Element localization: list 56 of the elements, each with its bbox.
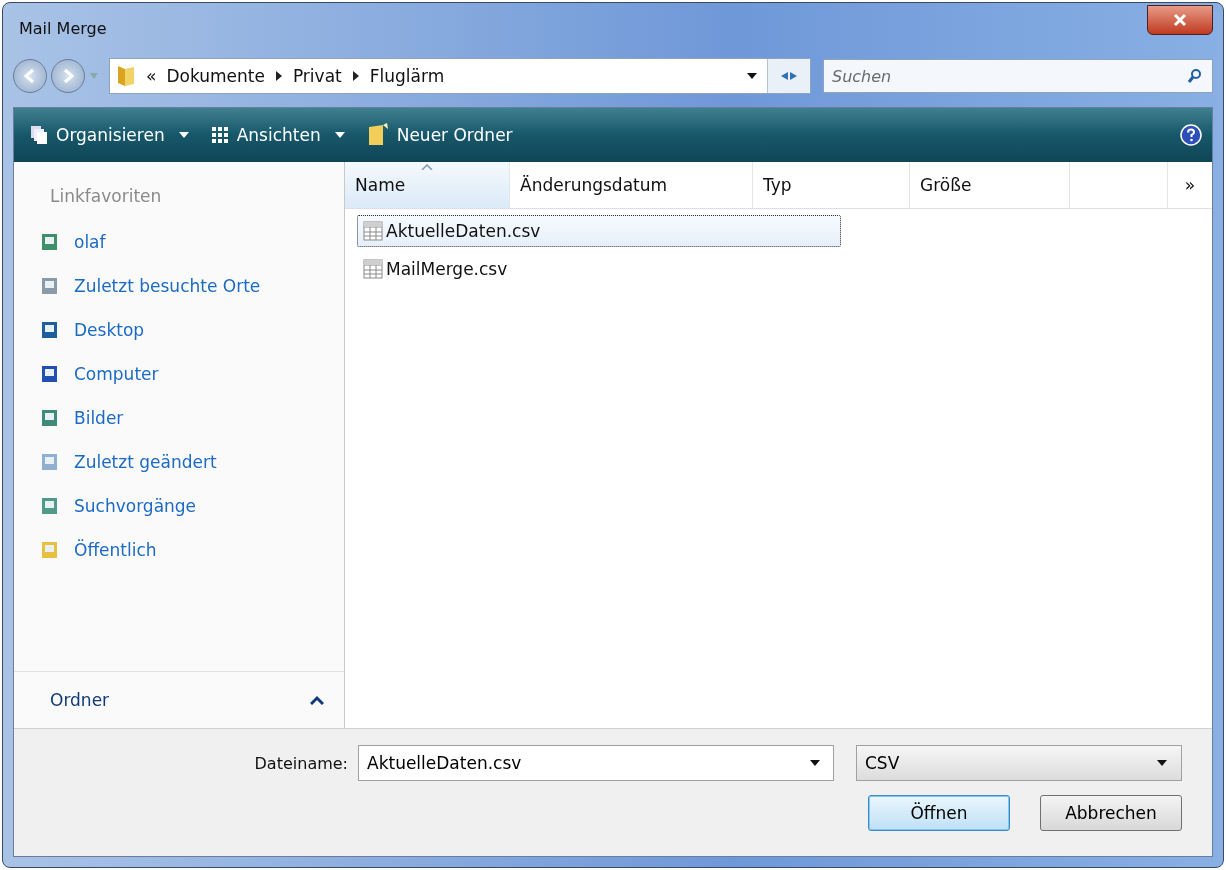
chevron-icon[interactable] bbox=[351, 71, 360, 81]
address-bar[interactable]: « Dokumente Privat Fluglärm bbox=[109, 58, 811, 94]
refresh-button[interactable] bbox=[767, 59, 810, 93]
sidebar-item[interactable]: Bilder bbox=[14, 396, 344, 440]
chevron-up-icon[interactable] bbox=[310, 695, 324, 705]
toolbar-button[interactable]: Organisieren bbox=[24, 121, 195, 149]
sidebar-item[interactable]: olaf bbox=[14, 220, 344, 264]
place-icon[interactable] bbox=[40, 364, 60, 384]
pages-icon[interactable] bbox=[30, 125, 48, 145]
toolbar-button[interactable]: Neuer Ordner bbox=[360, 119, 519, 151]
forward-button[interactable] bbox=[51, 59, 85, 93]
open-button[interactable]: Öffnen bbox=[868, 795, 1010, 831]
search-icon[interactable] bbox=[1187, 68, 1203, 84]
file-item[interactable]: MailMerge.csv bbox=[357, 253, 557, 285]
sidebar-item[interactable]: Suchvorgänge bbox=[14, 484, 344, 528]
search-field[interactable]: Suchen bbox=[823, 59, 1213, 93]
breadcrumb[interactable]: Fluglärm bbox=[369, 66, 445, 86]
chevron-icon[interactable] bbox=[274, 71, 283, 81]
folders-toggle[interactable]: Ordner bbox=[14, 671, 344, 728]
breadcrumb-prefix[interactable]: « bbox=[146, 66, 157, 86]
sidebar-item[interactable]: Zuletzt besuchte Orte bbox=[14, 264, 344, 308]
help-button[interactable] bbox=[1180, 124, 1202, 146]
new-folder-icon[interactable] bbox=[366, 123, 389, 147]
sidebar-item[interactable]: Computer bbox=[14, 352, 344, 396]
column-header[interactable]: Änderungsdatum bbox=[510, 162, 753, 208]
breadcrumb[interactable]: Privat bbox=[292, 66, 342, 86]
filename-field[interactable]: AktuelleDaten.csv bbox=[358, 745, 834, 781]
sidebar-item[interactable]: Desktop bbox=[14, 308, 344, 352]
close-icon[interactable] bbox=[1172, 13, 1188, 27]
place-icon[interactable] bbox=[40, 408, 60, 428]
file-item[interactable]: AktuelleDaten.csv bbox=[357, 215, 841, 247]
sidebar-item[interactable]: Öffentlich bbox=[14, 528, 344, 572]
cancel-button[interactable]: Abbrechen bbox=[1040, 795, 1182, 831]
filetype-dropdown[interactable]: CSV bbox=[856, 745, 1182, 781]
place-icon[interactable] bbox=[40, 496, 60, 516]
close-button[interactable] bbox=[1147, 5, 1213, 35]
dropdown-icon[interactable] bbox=[178, 132, 189, 138]
place-icon[interactable] bbox=[40, 232, 60, 252]
folder-icon bbox=[116, 64, 136, 88]
column-header[interactable]: Typ bbox=[753, 162, 910, 208]
window-title: Mail Merge bbox=[18, 18, 107, 38]
place-icon[interactable] bbox=[40, 320, 60, 340]
grid-icon[interactable] bbox=[210, 126, 229, 144]
filename-label: Dateiname: bbox=[254, 753, 348, 773]
dropdown-icon[interactable] bbox=[1157, 760, 1167, 766]
more-columns-button[interactable]: » bbox=[1168, 162, 1212, 208]
column-header[interactable]: Name bbox=[345, 162, 510, 208]
back-button[interactable] bbox=[13, 59, 47, 93]
breadcrumb[interactable]: Dokumente bbox=[166, 66, 265, 86]
dropdown-icon[interactable] bbox=[334, 132, 345, 138]
column-header[interactable]: Größe bbox=[910, 162, 1070, 208]
dropdown-icon[interactable] bbox=[810, 760, 820, 766]
sidebar-heading: Linkfavoriten bbox=[49, 185, 163, 208]
toolbar-button[interactable]: Ansichten bbox=[204, 121, 351, 149]
sidebar-item[interactable]: Zuletzt geändert bbox=[14, 440, 344, 484]
dropdown-icon[interactable] bbox=[747, 73, 757, 79]
